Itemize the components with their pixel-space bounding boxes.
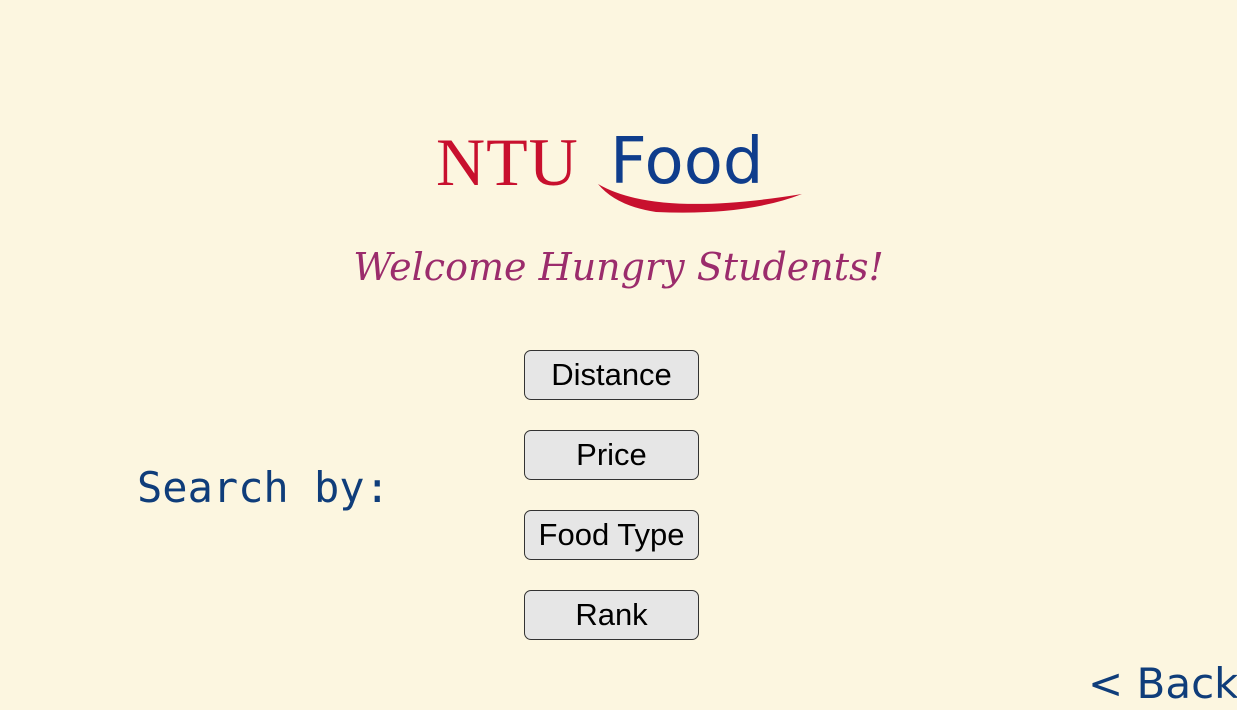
back-link[interactable]: < Back <box>1088 658 1237 710</box>
logo-swoosh <box>598 184 802 213</box>
distance-button[interactable]: Distance <box>524 350 699 400</box>
logo-ntu-text: NTU <box>436 124 579 200</box>
search-by-label: Search by: <box>137 463 390 512</box>
ntufood-logo: NTU Food <box>436 122 806 222</box>
price-button[interactable]: Price <box>524 430 699 480</box>
rank-button[interactable]: Rank <box>524 590 699 640</box>
welcome-heading: Welcome Hungry Students! <box>353 245 884 289</box>
food-type-button[interactable]: Food Type <box>524 510 699 560</box>
